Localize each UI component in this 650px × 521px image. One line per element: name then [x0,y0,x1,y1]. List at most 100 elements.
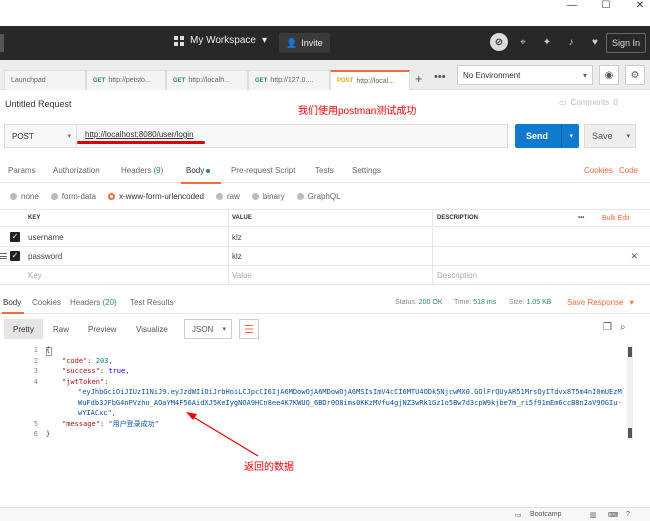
chevron-down-icon: ▾ [67,133,71,140]
wrench-icon[interactable]: ✦ [538,33,556,51]
row-key[interactable]: username [28,233,64,242]
new-tab-icon[interactable]: + [415,71,423,86]
radio-urlencoded[interactable]: x-www-form-urlencoded [108,192,204,201]
request-tab-bar: Launchpad GET http://petsto... GET http:… [0,60,650,90]
eye-icon[interactable]: ◉ [599,65,619,85]
tab-launchpad[interactable]: Launchpad [4,70,86,90]
chevron-down-icon[interactable]: ▾ [626,132,630,140]
tab-get-petstore[interactable]: GET http://petsto... [86,70,166,90]
heart-icon[interactable]: ♥ [586,33,604,51]
bootcamp-link[interactable]: Bootcamp [530,511,562,518]
tab-authorization[interactable]: Authorization [53,166,100,175]
active-tab-indicator [181,182,221,184]
new-description-input[interactable]: Description [437,271,477,280]
chevron-down-icon: ▾ [261,35,267,46]
new-key-input[interactable]: Key [28,271,42,280]
scroll-up-handle[interactable] [628,347,632,357]
view-pretty[interactable]: Pretty [4,319,43,339]
view-visualize[interactable]: Visualize [127,319,177,339]
wrap-lines-icon[interactable]: ☰ [239,319,259,339]
code-link[interactable]: Code [619,166,638,175]
radio-binary[interactable]: binary [251,192,285,201]
line-number [30,408,38,419]
status-bar: ▭ Bootcamp ▥ ⌨ ? [0,507,650,521]
delete-row-icon[interactable]: ✕ [630,251,638,262]
comments-button[interactable]: ▭ Comments 0 [559,98,618,107]
tab-response-cookies[interactable]: Cookies [32,298,61,307]
drag-handle-icon[interactable] [0,253,7,259]
invite-button[interactable]: 👤 Invite [279,33,330,53]
bootcamp-icon[interactable]: ▭ [515,511,522,519]
cookies-link[interactable]: Cookies [584,166,613,175]
status-value: 200 OK [418,299,443,306]
close-icon[interactable]: ✕ [634,0,646,12]
copy-icon[interactable]: ❐ [603,322,612,333]
url-input[interactable]: http://localhost:8080/user/login [85,130,194,139]
checkbox-checked-icon[interactable]: ✓ [10,251,20,261]
tab-headers[interactable]: Headers (9) [121,166,163,175]
comment-icon: ▭ [559,98,567,107]
tab-tests[interactable]: Tests [315,166,334,175]
environment-select[interactable]: No Environment ▾ [457,65,593,85]
view-preview[interactable]: Preview [79,319,125,339]
row-value[interactable]: klz [232,233,242,242]
save-button[interactable]: Save ▾ [584,124,636,148]
tab-response-headers[interactable]: Headers (20) [70,298,117,307]
tab-post-local-active[interactable]: POST http://local... [330,70,410,90]
checkbox-checked-icon[interactable]: ✓ [10,232,20,242]
keyboard-icon[interactable]: ⌨ [608,511,618,519]
tab-response-body[interactable]: Body [3,298,21,307]
row-key[interactable]: password [28,252,62,261]
more-icon[interactable]: ••• [578,215,584,221]
search-icon[interactable]: ⌕ [620,322,626,333]
tab-test-results[interactable]: Test Results [130,298,174,307]
layout-icon[interactable]: ▥ [590,511,597,519]
response-body-editor[interactable]: 1 2 3 4 5 6 { "code": 203, "success": tr… [0,345,650,495]
tab-params[interactable]: Params [8,166,36,175]
sync-off-icon[interactable]: ⊘ [490,33,508,51]
radio-graphql[interactable]: GraphQL [296,192,341,201]
json-string: "用户登录成功" [108,419,159,428]
row-value[interactable]: klz [232,252,242,261]
tab-get-localhost[interactable]: GET http://localh... [166,70,248,90]
send-button[interactable]: Send ▾ [515,124,579,148]
bell-icon[interactable]: ♪ [562,33,580,51]
minimize-icon[interactable]: — [566,0,578,12]
json-key: "jwtToken" [62,377,105,386]
tab-method: GET [173,77,186,84]
satellite-icon[interactable]: ⌖ [514,33,532,51]
save-response-button[interactable]: Save Response ▾ [567,298,634,307]
tab-pre-request-script[interactable]: Pre-request Script [231,166,295,175]
json-number: 203 [95,356,109,365]
radio-raw[interactable]: raw [215,192,240,201]
view-raw[interactable]: Raw [44,319,78,339]
tab-label: http://petsto... [108,77,151,84]
workspace-switcher[interactable]: My Workspace ▾ [174,35,267,46]
maximize-icon[interactable]: ☐ [600,0,612,12]
more-icon[interactable]: ••• [434,71,446,83]
new-value-input[interactable]: Value [232,271,252,280]
json-key: "code" [62,356,88,365]
chevron-down-icon[interactable]: ▾ [569,132,573,140]
radio-form-data[interactable]: form-data [50,192,96,201]
scrollbar-thumb[interactable] [628,428,632,438]
column-divider [228,228,229,246]
sidebar-toggle[interactable] [0,34,4,52]
tab-settings[interactable]: Settings [352,166,381,175]
json-boolean: true [108,367,126,375]
radio-none[interactable]: none [10,192,39,201]
bulk-edit-link[interactable]: Bulk Edit [602,215,630,222]
tab-label: Launchpad [11,77,46,84]
environment-value: No Environment [463,70,521,80]
chevron-down-icon: ▾ [629,298,634,307]
method-select[interactable]: POST ▾ [5,125,77,147]
tab-get-127[interactable]: GET http://127.0.... [248,70,330,90]
gear-icon[interactable]: ⚙ [625,65,645,85]
tab-body[interactable]: Body [186,166,211,175]
help-icon[interactable]: ? [626,511,630,518]
request-name[interactable]: Untitled Request [5,99,72,109]
scrollbar[interactable] [627,345,633,440]
format-select[interactable]: JSON ▾ [184,319,232,339]
sign-in-button[interactable]: Sign In [606,33,647,53]
code-line: "jwtToken": [62,377,109,386]
